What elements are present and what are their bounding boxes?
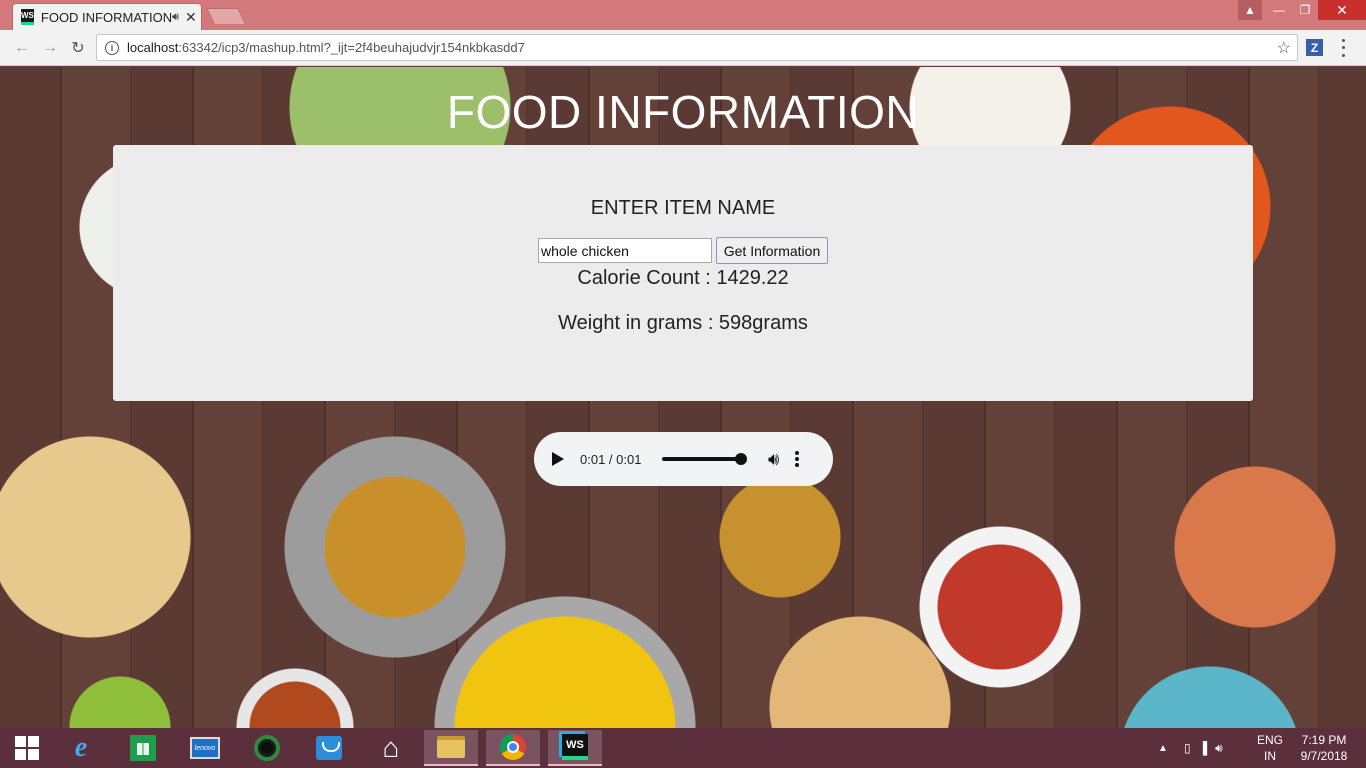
page-title: FOOD INFORMATION [446, 86, 920, 138]
close-icon[interactable]: ✕ [185, 9, 197, 26]
extension-z-button[interactable]: Z [1306, 39, 1323, 56]
taskbar-file-explorer[interactable] [424, 730, 478, 766]
audio-progress-slider[interactable] [662, 453, 747, 465]
tray-icons: ▯ ▐ 🔊︎ [1184, 728, 1223, 768]
weight-text: Weight in grams : 598grams [558, 312, 808, 334]
taskbar-mail[interactable] [302, 730, 356, 766]
window-close-button[interactable]: ✕ [1318, 0, 1366, 20]
battery-icon[interactable]: ▯ [1184, 741, 1191, 755]
audio-time: 0:01 / 0:01 [580, 451, 642, 467]
address-bar[interactable]: i localhost:63342/icp3/mashup.html?_ijt=… [96, 34, 1298, 61]
calorie-count-text: Calorie Count : 1429.22 [577, 267, 789, 289]
taskbar-chrome[interactable] [486, 730, 540, 766]
speaker-icon[interactable]: 🔊︎ [172, 11, 179, 24]
item-name-input[interactable] [538, 238, 712, 263]
tray-expand-icon[interactable]: ▲ [1158, 728, 1168, 768]
address-path: :63342/icp3/mashup.html?_ijt=2f4beuhajud… [178, 40, 525, 55]
browser-tab[interactable]: WS FOOD INFORMATION 🔊︎ ✕ [12, 3, 202, 30]
circle-app-icon [254, 735, 280, 761]
forward-icon[interactable]: → [40, 38, 60, 58]
speaker-tray-icon[interactable]: 🔊︎ [1215, 741, 1223, 756]
taskbar-home[interactable]: ⌂ [364, 730, 418, 766]
more-icon[interactable] [795, 451, 800, 467]
signal-icon[interactable]: ▐ [1199, 741, 1208, 755]
taskbar-circle-app[interactable] [240, 730, 294, 766]
browser-toolbar: ← → ↻ i localhost:63342/icp3/mashup.html… [0, 30, 1366, 66]
clock-time: 7:19 PM [1301, 733, 1347, 747]
webstorm-icon: WS [562, 734, 588, 760]
ws-logo-icon: WS [21, 9, 34, 25]
chrome-icon [500, 734, 526, 760]
windows-icon [15, 736, 39, 760]
internet-explorer-icon: e [74, 732, 88, 763]
language-indicator[interactable]: ENG IN [1257, 728, 1284, 768]
browser-titlebar: WS FOOD INFORMATION 🔊︎ ✕ ▲ — ❐ ✕ [0, 0, 1366, 30]
store-icon [130, 735, 156, 761]
start-button[interactable] [0, 730, 54, 766]
enter-item-label: ENTER ITEM NAME [590, 197, 776, 219]
get-information-button[interactable]: Get Information [716, 237, 828, 264]
clock-date: 9/7/2018 [1300, 749, 1348, 763]
taskbar-lenovo[interactable]: lenovo [178, 730, 232, 766]
language-line1: ENG [1257, 733, 1284, 747]
audio-player: 0:01 / 0:01 🔊︎ [534, 432, 833, 486]
tab-title: FOOD INFORMATION [40, 9, 173, 25]
taskbar-internet-explorer[interactable]: e [54, 730, 108, 766]
user-profile-button[interactable]: ▲ [1238, 0, 1262, 20]
taskbar: e lenovo ⌂ WS ▲ ▯ ▐ 🔊︎ ENG IN 7:19 PM 9/… [0, 728, 1366, 768]
audio-progress-knob[interactable] [735, 453, 747, 465]
minimize-button[interactable]: — [1266, 0, 1292, 20]
mail-icon [316, 736, 342, 760]
taskbar-webstorm[interactable]: WS [548, 730, 602, 766]
volume-icon[interactable]: 🔊︎ [768, 449, 779, 470]
taskbar-store[interactable] [116, 730, 170, 766]
reload-icon[interactable]: ↻ [68, 38, 88, 58]
language-line2: IN [1264, 749, 1276, 763]
back-icon[interactable]: ← [12, 38, 32, 58]
search-panel: ENTER ITEM NAME Get Information Calorie … [113, 145, 1253, 401]
page-viewport: FOOD INFORMATION ENTER ITEM NAME Get Inf… [0, 67, 1366, 728]
address-host: localhost [127, 40, 179, 55]
star-icon[interactable]: ☆ [1277, 38, 1291, 58]
play-icon[interactable] [552, 452, 564, 466]
info-icon[interactable]: i [105, 40, 119, 55]
restore-button[interactable]: ❐ [1292, 0, 1318, 20]
new-tab-button[interactable] [206, 8, 246, 24]
file-explorer-icon [437, 736, 465, 758]
home-icon: ⌂ [382, 732, 400, 763]
lenovo-icon: lenovo [190, 737, 220, 759]
clock[interactable]: 7:19 PM 9/7/2018 [1296, 728, 1352, 768]
menu-icon[interactable] [1336, 37, 1350, 59]
